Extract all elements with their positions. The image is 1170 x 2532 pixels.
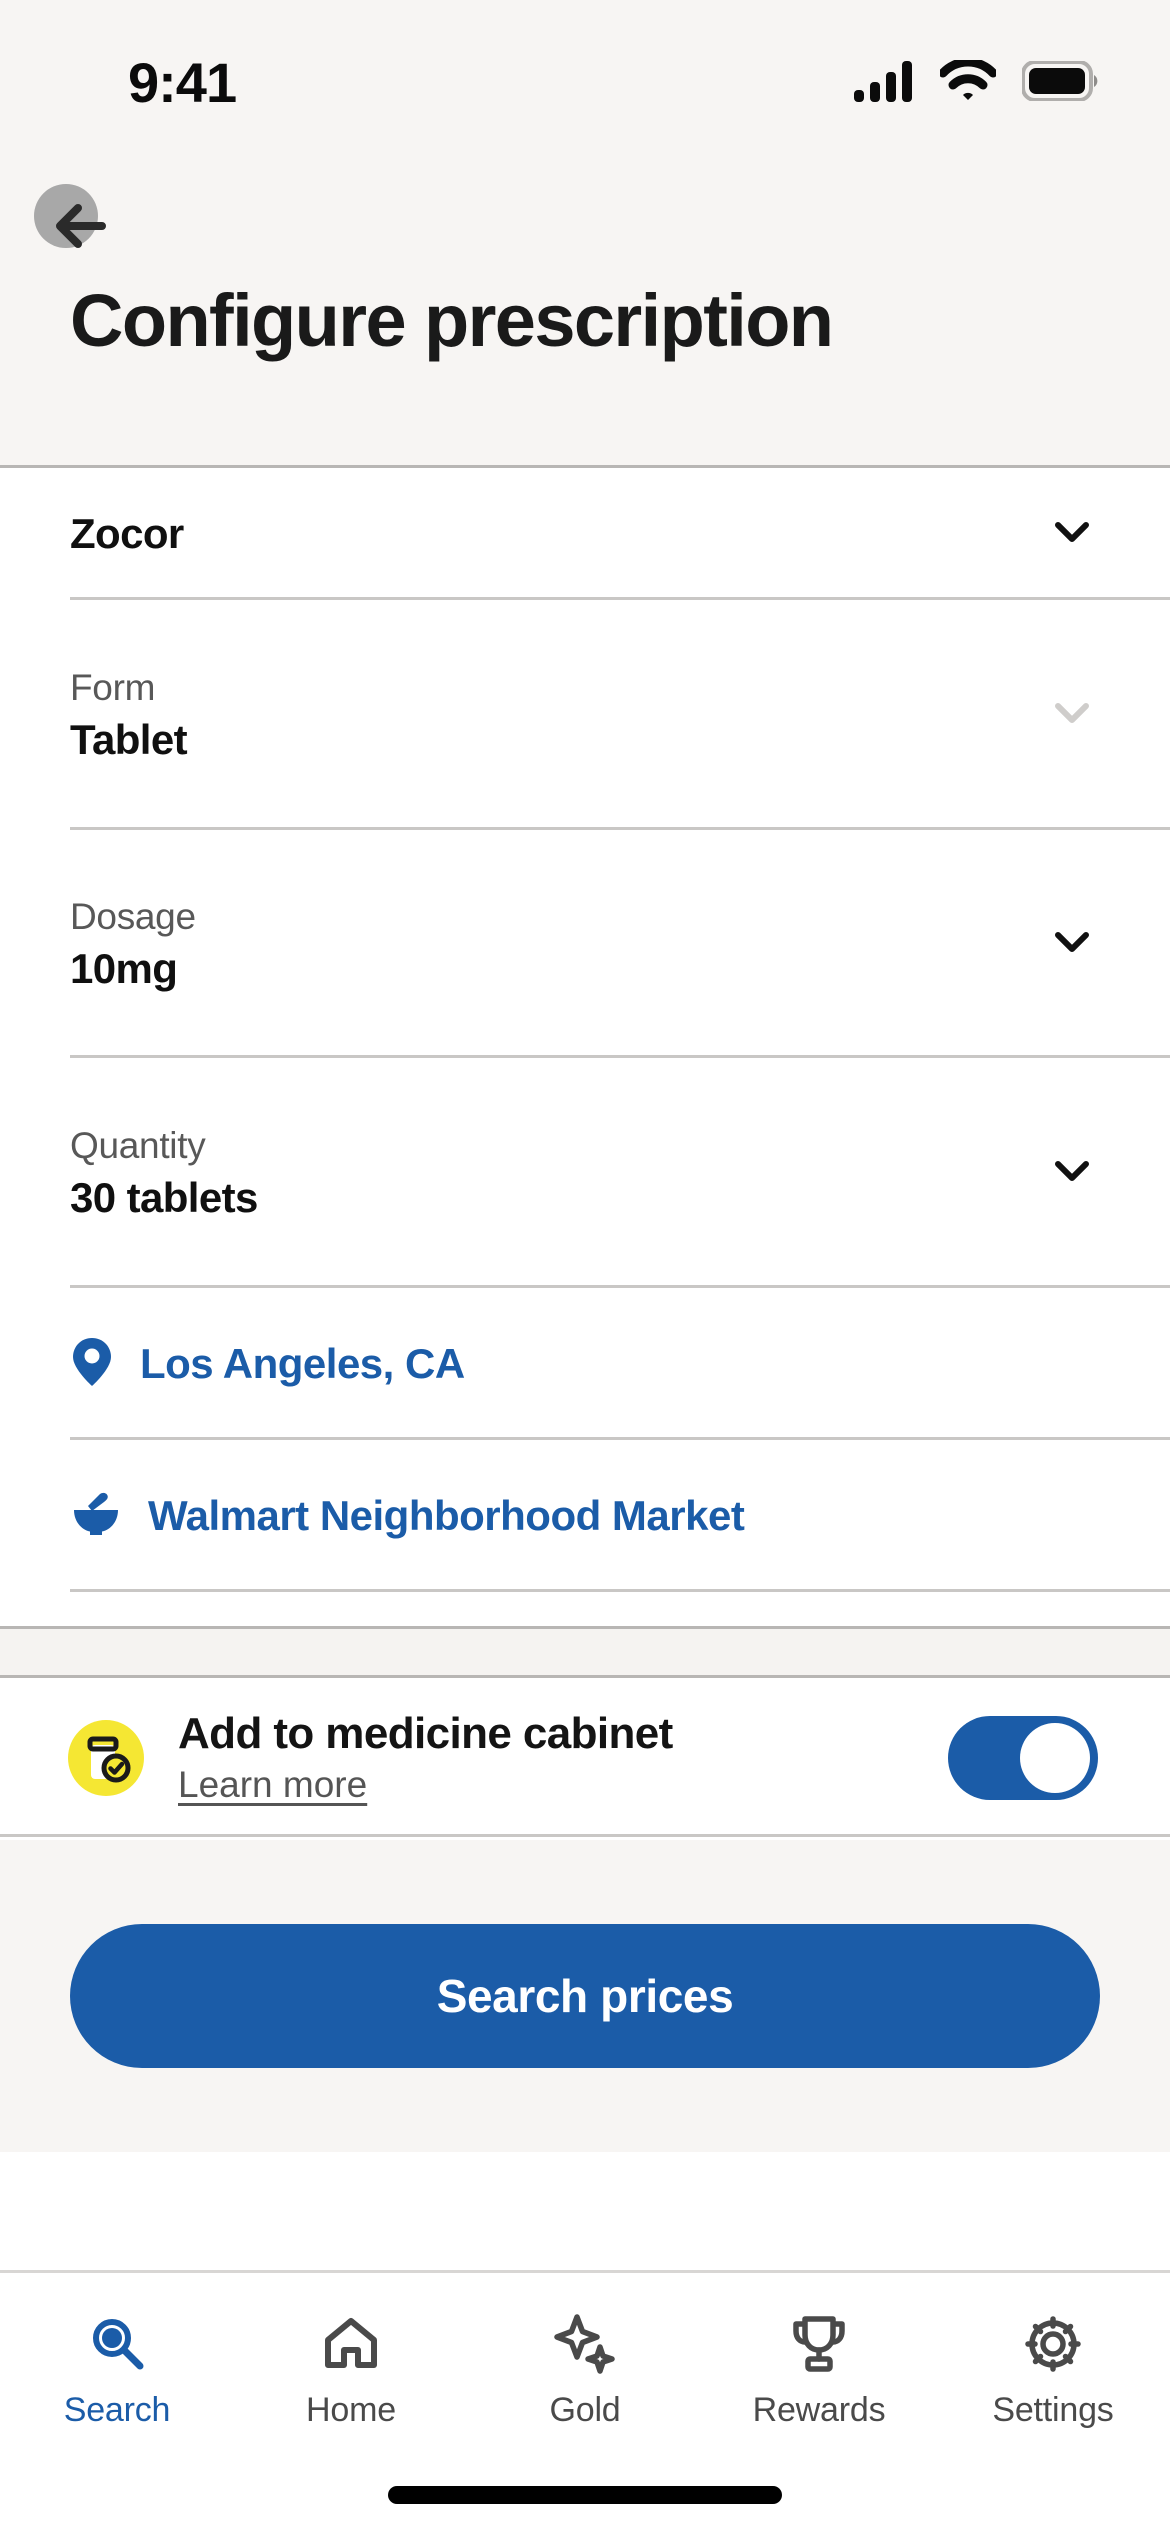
chevron-down-icon[interactable] (1046, 1145, 1098, 1202)
tab-home[interactable]: Home (234, 2311, 468, 2430)
quantity-field-label: Quantity (70, 1124, 206, 1166)
chevron-down-icon[interactable] (1046, 916, 1098, 973)
quantity-field-row[interactable]: Quantity 30 tablets (0, 1058, 1170, 1288)
tab-search-label: Search (63, 2391, 171, 2429)
learn-more-link[interactable]: Learn more (178, 1764, 367, 1806)
search-prices-button-label: Search prices (436, 1970, 734, 2022)
battery-icon (1021, 59, 1100, 106)
pill-bottle-check-icon (68, 1719, 144, 1796)
pharmacy-row[interactable]: Walmart Neighborhood Market (0, 1440, 1170, 1592)
trophy-icon (788, 2311, 850, 2377)
status-bar-time: 9:41 (128, 50, 237, 114)
row-divider (70, 1589, 1170, 1592)
tab-gold-label: Gold (549, 2391, 621, 2429)
form-field-value: Tablet (70, 715, 188, 763)
tab-settings-label: Settings (992, 2391, 1114, 2429)
form-field-row[interactable]: Form Tablet (0, 600, 1170, 830)
tab-search[interactable]: Search (0, 2311, 234, 2430)
medicine-cabinet-row: Add to medicine cabinet Learn more (0, 1681, 1170, 1837)
cellular-signal-icon (854, 60, 914, 107)
home-icon (320, 2311, 382, 2377)
dosage-field-label: Dosage (70, 895, 196, 937)
app-screen: 9:41 Configure prescription Zocor Form T… (0, 0, 1170, 2532)
tab-rewards-label: Rewards (752, 2391, 886, 2429)
chevron-down-icon (1046, 687, 1098, 744)
section-spacer (0, 1626, 1170, 1678)
page-header: Configure prescription (0, 150, 1170, 468)
mortar-and-pestle-icon (70, 1488, 122, 1545)
sparkles-icon (554, 2311, 616, 2377)
dosage-field-row[interactable]: Dosage 10mg (0, 830, 1170, 1058)
tab-settings[interactable]: Settings (936, 2311, 1170, 2430)
prescription-form: Zocor Form Tablet Dosage 10mg Quantity 3… (0, 468, 1170, 1592)
pharmacy-value: Walmart Neighborhood Market (148, 1492, 745, 1539)
tab-gold[interactable]: Gold (468, 2311, 702, 2430)
location-value: Los Angeles, CA (140, 1340, 465, 1387)
chevron-down-icon[interactable] (1046, 506, 1098, 563)
home-indicator (388, 2486, 782, 2504)
medicine-cabinet-toggle[interactable] (948, 1715, 1098, 1800)
gear-icon (1022, 2311, 1084, 2377)
cta-section: Search prices (0, 1840, 1170, 2152)
back-arrow-icon (46, 190, 118, 267)
wifi-icon (938, 57, 998, 107)
location-pin-icon (70, 1336, 114, 1393)
tab-home-label: Home (306, 2391, 396, 2429)
page-title: Configure prescription (70, 279, 834, 362)
location-row[interactable]: Los Angeles, CA (0, 1288, 1170, 1440)
status-bar: 9:41 (0, 0, 1170, 150)
form-field-label: Form (70, 666, 156, 708)
back-button[interactable] (34, 182, 118, 266)
status-bar-icons (854, 57, 1100, 107)
drug-name-value: Zocor (70, 510, 184, 557)
drug-name-row[interactable]: Zocor (0, 468, 1170, 600)
toggle-knob (1020, 1722, 1090, 1793)
medicine-cabinet-title: Add to medicine cabinet (178, 1709, 673, 1758)
dosage-field-value: 10mg (70, 944, 178, 992)
search-prices-button[interactable]: Search prices (70, 1924, 1100, 2068)
search-icon (86, 2311, 148, 2377)
tab-rewards[interactable]: Rewards (702, 2311, 936, 2430)
quantity-field-value: 30 tablets (70, 1173, 258, 1221)
